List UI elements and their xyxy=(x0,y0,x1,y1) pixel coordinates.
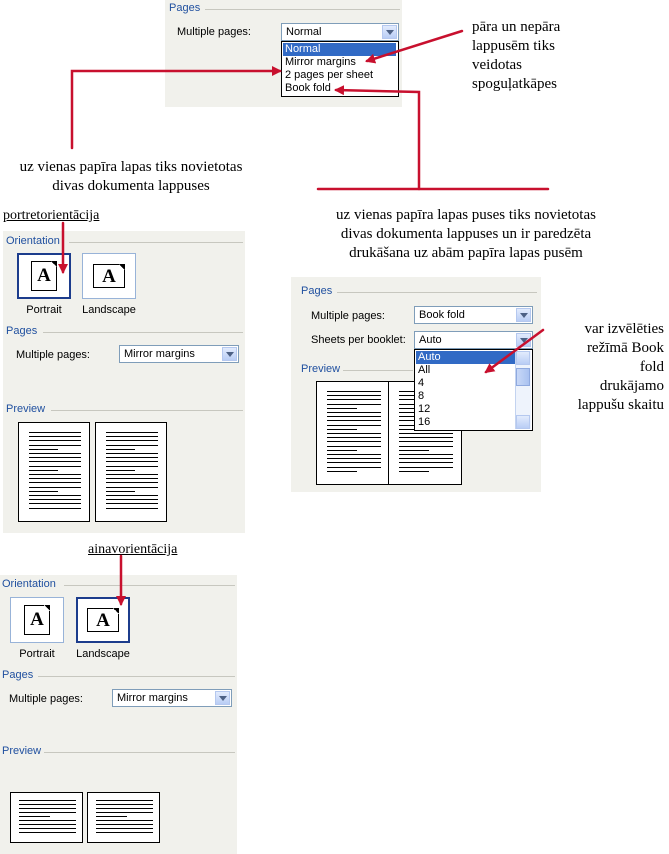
arrow-to-2-pages-per-sheet xyxy=(70,66,282,150)
arrow-to-mirror-margins xyxy=(365,29,464,64)
annotation-arrows xyxy=(58,29,550,606)
arrow-to-book-fold-vertical xyxy=(334,85,421,191)
arrow-to-sheets-options xyxy=(484,328,545,374)
